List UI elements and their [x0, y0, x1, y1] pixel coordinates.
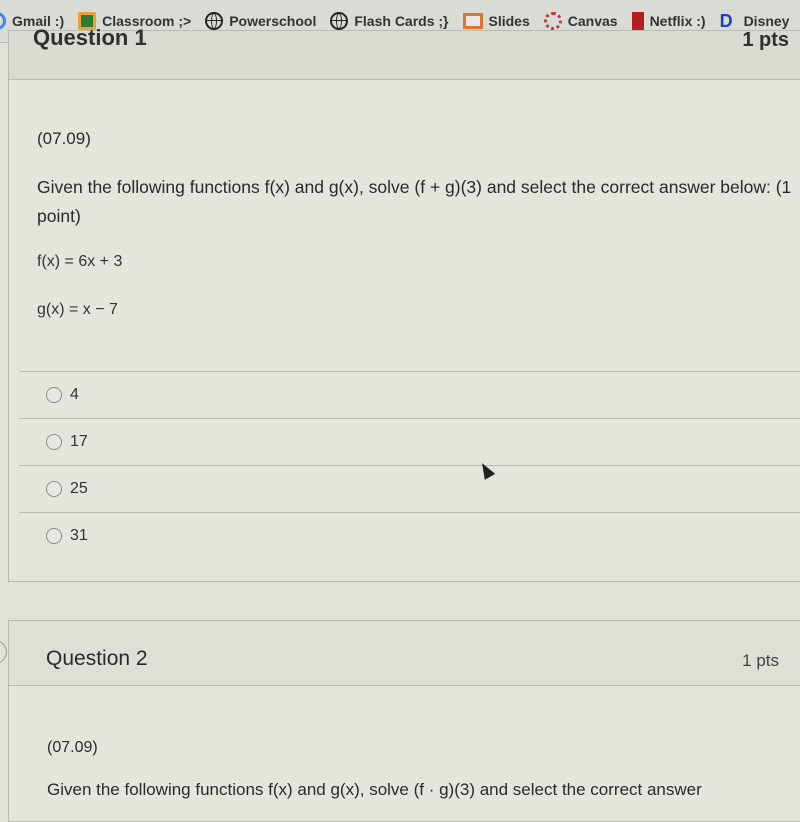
- globe-icon: [205, 12, 224, 30]
- bookmark-powerschool[interactable]: Powerschool: [205, 12, 316, 30]
- question-1-points: 1 pts: [742, 29, 789, 51]
- slides-icon: [462, 13, 483, 29]
- question-1-card: Question 1 1 pts (07.09) Given the follo…: [8, 25, 800, 582]
- question-2-code: (07.09): [47, 739, 98, 756]
- canvas-icon: [543, 12, 562, 30]
- question-2-title: Question 2: [46, 647, 148, 670]
- google-icon: [0, 12, 6, 30]
- answer-option[interactable]: 4: [19, 371, 800, 418]
- bookmark-label: Powerschool: [229, 13, 317, 29]
- answer-label: 25: [70, 480, 88, 497]
- question-1-title: Question 1: [33, 25, 147, 50]
- bookmark-label: Slides: [488, 13, 530, 29]
- answer-label: 17: [70, 433, 88, 450]
- question-2-card: Question 2 1 pts (07.09) Given the follo…: [8, 620, 800, 822]
- globe-icon: [330, 12, 349, 30]
- bookmark-label: Netflix :): [649, 13, 706, 29]
- radio-button[interactable]: [46, 528, 62, 544]
- bookmark-label: Flash Cards ;}: [354, 13, 449, 29]
- bookmark-flash-cards[interactable]: Flash Cards ;}: [330, 12, 449, 30]
- answer-label: 31: [70, 527, 88, 544]
- bookmark-slides[interactable]: Slides: [462, 13, 530, 29]
- bookmark-canvas[interactable]: Canvas: [543, 12, 618, 30]
- netflix-icon: [631, 12, 644, 30]
- answer-option[interactable]: 25: [19, 465, 800, 512]
- radio-button[interactable]: [46, 481, 62, 497]
- question-1-prompt: Given the following functions f(x) and g…: [37, 177, 792, 226]
- question-1-header: Question 1 1 pts: [9, 25, 800, 80]
- side-toggle[interactable]: [0, 640, 7, 664]
- answer-label: 4: [70, 386, 79, 403]
- disney-icon: D: [719, 11, 733, 31]
- answer-option[interactable]: 31: [19, 512, 800, 559]
- equation-f: f(x) = 6x + 3: [37, 253, 123, 270]
- bookmark-label: Canvas: [567, 13, 618, 29]
- radio-button[interactable]: [46, 434, 62, 450]
- radio-button[interactable]: [46, 387, 62, 403]
- answer-option[interactable]: 17: [19, 418, 800, 465]
- question-2-header: Question 2 1 pts: [9, 621, 800, 686]
- question-1-code: (07.09): [37, 129, 91, 148]
- equation-g: g(x) = x − 7: [37, 301, 118, 318]
- bookmark-netflix[interactable]: Netflix :): [631, 12, 706, 30]
- bookmark-label: Disney: [743, 13, 790, 29]
- bookmark-disney[interactable]: D Disney: [720, 12, 790, 30]
- question-2-points: 1 pts: [742, 651, 779, 670]
- answer-list: 4 17 25 31: [19, 371, 800, 559]
